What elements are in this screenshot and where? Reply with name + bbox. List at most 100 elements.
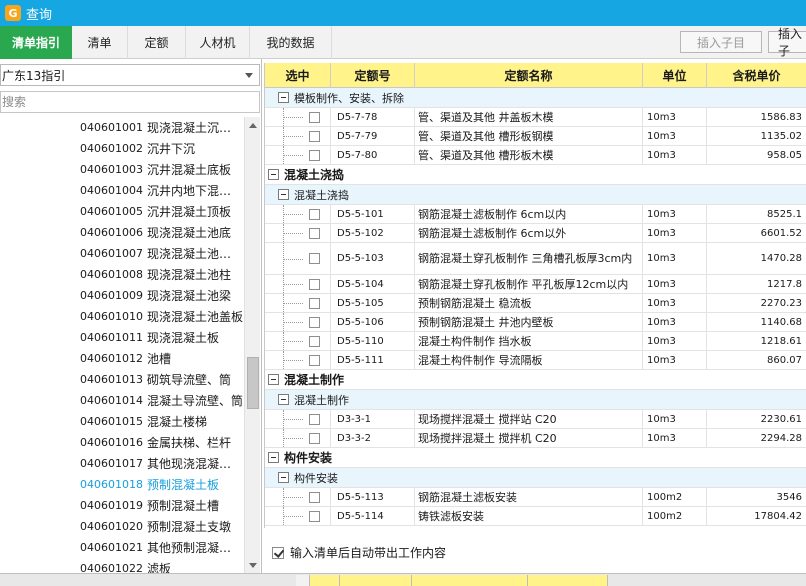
group-label: 构件安装 — [294, 471, 338, 485]
row-checkbox[interactable] — [309, 432, 320, 444]
list-item[interactable]: 040601011 现浇混凝土板 — [0, 327, 244, 348]
grid-row[interactable]: D5-5-104 钢筋混凝土穿孔板制作 平孔板厚12cm以内 10m3 1217.8 — [265, 275, 806, 294]
tree-line — [283, 419, 303, 420]
list-item[interactable]: 040601007 现浇混凝土池… — [0, 243, 244, 264]
grid-row[interactable]: D5-5-111 混凝土构件制作 导流隔板 10m3 860.07 — [265, 351, 806, 370]
grid-row[interactable]: D5-5-106 预制钢筋混凝土 井池内壁板 10m3 1140.68 — [265, 313, 806, 332]
insert-button[interactable]: 插入子 — [768, 27, 806, 58]
grid-subgroup-row[interactable]: 构件安装 — [265, 468, 806, 488]
insert-child-button[interactable]: 插入子目 — [680, 31, 762, 53]
list-item-code: 040601012 — [80, 352, 143, 365]
grid-row[interactable]: D5-5-102 钢筋混凝土滤板制作 6cm以外 10m3 6601.52 — [265, 224, 806, 243]
row-checkbox[interactable] — [309, 227, 320, 239]
col-unit[interactable]: 单位 — [643, 63, 707, 88]
row-checkbox[interactable] — [309, 316, 320, 328]
cell-code: D3-3-1 — [331, 410, 415, 428]
scroll-up-icon[interactable] — [245, 117, 261, 133]
collapse-icon[interactable] — [268, 452, 279, 463]
list-item[interactable]: 040601012 池槽 — [0, 348, 244, 369]
row-checkbox[interactable] — [309, 510, 320, 522]
list-item[interactable]: 040601003 沉井混凝土底板 — [0, 159, 244, 180]
row-checkbox[interactable] — [309, 491, 320, 503]
row-checkbox[interactable] — [309, 111, 320, 123]
grid-group-row[interactable]: 混凝土制作 — [265, 370, 806, 390]
grid-row[interactable]: D5-5-103 钢筋混凝土穿孔板制作 三角槽孔板厚3cm内 10m3 1470.28 — [265, 243, 806, 275]
cell-price: 2294.28 — [707, 429, 806, 447]
row-checkbox[interactable] — [309, 335, 320, 347]
list-item[interactable]: 040601019 预制混凝土槽 — [0, 495, 244, 516]
list-item[interactable]: 040601006 现浇混凝土池底 — [0, 222, 244, 243]
list-item[interactable]: 040601021 其他预制混凝… — [0, 537, 244, 558]
grid-row[interactable]: D5-7-79 管、渠道及其他 槽形板钢模 10m3 1135.02 — [265, 127, 806, 146]
grid-row[interactable]: D5-5-105 预制钢筋混凝土 稳流板 10m3 2270.23 — [265, 294, 806, 313]
col-code[interactable]: 定额号 — [331, 63, 415, 88]
list-item[interactable]: 040601020 预制混凝土支墩 — [0, 516, 244, 537]
grid-row[interactable]: D5-7-80 管、渠道及其他 槽形板木模 10m3 958.05 — [265, 146, 806, 165]
list-item[interactable]: 040601018 预制混凝土板 — [0, 474, 244, 495]
tree-line — [283, 322, 303, 323]
search-input[interactable] — [0, 91, 260, 113]
list-item[interactable]: 040601016 金属扶梯、栏杆 — [0, 432, 244, 453]
col-price[interactable]: 含税单价 — [707, 63, 806, 88]
grid-row[interactable]: D5-5-101 钢筋混凝土滤板制作 6cm以内 10m3 8525.1 — [265, 205, 806, 224]
scroll-thumb[interactable] — [247, 357, 259, 409]
row-checkbox[interactable] — [309, 149, 320, 161]
guide-select[interactable]: 广东13指引 — [0, 64, 260, 86]
tab-list-guide[interactable]: 清单指引 — [0, 26, 72, 59]
list-item[interactable]: 040601010 现浇混凝土池盖板 — [0, 306, 244, 327]
grid-row[interactable]: D5-5-114 铸铁滤板安装 100m2 17804.42 — [265, 507, 806, 526]
list-item[interactable]: 040601009 现浇混凝土池梁 — [0, 285, 244, 306]
col-select[interactable]: 选中 — [265, 63, 331, 88]
list-item[interactable]: 040601005 沉井混凝土顶板 — [0, 201, 244, 222]
grid-subgroup-row[interactable]: 混凝土浇捣 — [265, 185, 806, 205]
row-checkbox[interactable] — [309, 130, 320, 142]
select-cell — [265, 243, 331, 274]
row-checkbox[interactable] — [309, 354, 320, 366]
chevron-down-icon[interactable] — [245, 73, 253, 78]
list-item-code: 040601007 — [80, 247, 143, 260]
tab-quota[interactable]: 定额 — [128, 26, 186, 59]
cell-code: D5-5-103 — [331, 243, 415, 274]
tab-my-data[interactable]: 我的数据 — [250, 26, 332, 59]
grid-row[interactable]: D5-5-113 钢筋混凝土滤板安装 100m2 3546 — [265, 488, 806, 507]
collapse-icon[interactable] — [278, 189, 289, 200]
collapse-icon[interactable] — [268, 374, 279, 385]
grid-group-row[interactable]: 构件安装 — [265, 448, 806, 468]
list-item-code: 040601009 — [80, 289, 143, 302]
list-item-code: 040601013 — [80, 373, 143, 386]
collapse-icon[interactable] — [278, 394, 289, 405]
scroll-down-icon[interactable] — [245, 557, 261, 573]
list-item[interactable]: 040601001 现浇混凝土沉… — [0, 117, 244, 138]
grid-row[interactable]: D5-7-78 管、渠道及其他 井盖板木模 10m3 1586.83 — [265, 108, 806, 127]
row-checkbox[interactable] — [309, 208, 320, 220]
list-item[interactable]: 040601014 混凝土导流壁、筒 — [0, 390, 244, 411]
grid-subgroup-row[interactable]: 混凝土制作 — [265, 390, 806, 410]
list-item[interactable]: 040601004 沉井内地下混… — [0, 180, 244, 201]
collapse-icon[interactable] — [278, 472, 289, 483]
list-item[interactable]: 040601015 混凝土楼梯 — [0, 411, 244, 432]
tab-resources[interactable]: 人材机 — [186, 26, 250, 59]
grid-subgroup-row[interactable]: 模板制作、安装、拆除 — [265, 88, 806, 108]
list-item[interactable]: 040601013 砌筑导流壁、筒 — [0, 369, 244, 390]
grid-row[interactable]: D5-5-110 混凝土构件制作 挡水板 10m3 1218.61 — [265, 332, 806, 351]
select-cell — [265, 205, 331, 223]
grid-row[interactable]: D3-3-2 现场搅拌混凝土 搅拌机 C20 10m3 2294.28 — [265, 429, 806, 448]
list-item[interactable]: 040601008 现浇混凝土池柱 — [0, 264, 244, 285]
row-checkbox[interactable] — [309, 278, 320, 290]
grid-row[interactable]: D3-3-1 现场搅拌混凝土 搅拌站 C20 10m3 2230.61 — [265, 410, 806, 429]
list-item[interactable]: 040601017 其他现浇混凝… — [0, 453, 244, 474]
row-checkbox[interactable] — [309, 253, 320, 264]
collapse-icon[interactable] — [278, 92, 289, 103]
row-checkbox[interactable] — [309, 413, 320, 425]
auto-bring-option[interactable]: 输入清单后自动带出工作内容 — [272, 544, 446, 561]
grid-group-row[interactable]: 混凝土浇捣 — [265, 165, 806, 185]
col-name[interactable]: 定额名称 — [415, 63, 643, 88]
tab-list[interactable]: 清单 — [72, 26, 128, 59]
row-checkbox[interactable] — [309, 297, 320, 309]
list-item[interactable]: 040601022 滤板 — [0, 558, 244, 573]
list-scrollbar[interactable] — [244, 117, 260, 573]
collapse-icon[interactable] — [268, 169, 279, 180]
select-cell — [265, 351, 331, 369]
auto-bring-checkbox[interactable] — [272, 546, 284, 559]
list-item[interactable]: 040601002 沉井下沉 — [0, 138, 244, 159]
